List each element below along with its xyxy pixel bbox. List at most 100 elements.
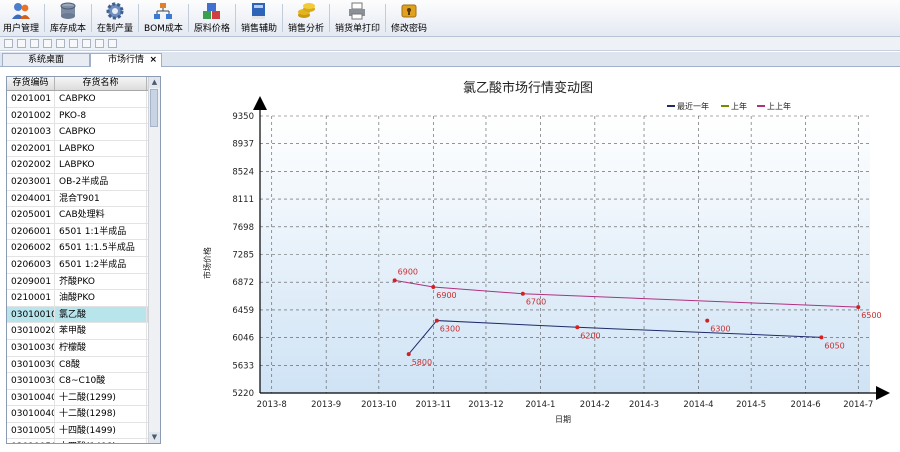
toolbar-button-2[interactable]: 在制产量 [94, 0, 136, 34]
data-point [406, 352, 411, 357]
column-header-name[interactable]: 存货名称 [55, 77, 147, 90]
table-row[interactable]: 030100502十四酸(1498) [7, 439, 160, 443]
copy-icon[interactable] [69, 39, 78, 48]
database-icon [57, 2, 79, 20]
table-row[interactable]: 030100302C8酸 [7, 356, 160, 374]
data-label: 6200 [580, 331, 600, 340]
market-chart-svg: 5220 5633 6046 6459 6872 7285 7698 8111 8524 8937… [202, 80, 890, 424]
vertical-scrollbar[interactable]: ▲ ▼ [148, 77, 160, 443]
key-icon [398, 2, 420, 20]
toolbar-button-7[interactable]: 销货单打印 [332, 0, 383, 34]
chart-title: 氯乙酸市场行情变动图 [463, 80, 593, 96]
table-row[interactable]: 0206001 6501 1:1半成品 [7, 223, 160, 241]
table-row[interactable]: 0201003 CABPKO [7, 124, 160, 141]
row-code: 0201003 [7, 124, 55, 140]
table-row[interactable]: 0201002 PKO-8 [7, 107, 160, 125]
data-point [856, 305, 861, 310]
row-name: 十二酸(1299) [55, 389, 147, 406]
legend-entry[interactable]: 上年 [731, 101, 747, 111]
toolbar-button-label: 修改密码 [390, 24, 427, 34]
x-tick-label: 2013-11 [416, 400, 452, 410]
tab-close-icon[interactable]: × [149, 54, 157, 67]
table-row[interactable]: 030100303C8~C10酸 [7, 373, 160, 390]
export-icon[interactable] [108, 39, 117, 48]
row-name: 油酸PKO [55, 290, 147, 306]
find-icon[interactable] [56, 39, 65, 48]
data-point [434, 318, 439, 323]
y-tick-label: 9350 [232, 112, 254, 122]
tab-market-label: 市场行情 [107, 55, 144, 65]
toolbar-button-label: 原料价格 [193, 24, 230, 34]
table-row[interactable]: 030100201苯甲酸 [7, 323, 160, 340]
table-row[interactable]: 030100301柠檬酸 [7, 339, 160, 357]
toolbar-button-label: 在制产量 [97, 24, 134, 34]
save-icon[interactable] [17, 39, 26, 48]
row-code: 0210001 [7, 290, 55, 306]
row-name: 十四酸(1498) [55, 439, 147, 443]
table-row[interactable]: 0206002 6501 1:1.5半成品 [7, 240, 160, 257]
row-name: 6501 1:1半成品 [55, 223, 147, 240]
row-code: 030100201 [7, 323, 55, 339]
table-row[interactable]: 0202002 LABPKO [7, 157, 160, 174]
data-label: 6050 [824, 341, 844, 350]
gear-icon [104, 2, 126, 20]
scroll-down-icon[interactable]: ▼ [149, 432, 160, 443]
row-name: LABPKO [55, 157, 147, 173]
table-row[interactable]: 0205001 CAB处理料 [7, 207, 160, 224]
toolbar-button-label: 销售辅助 [240, 24, 277, 34]
scroll-up-icon[interactable]: ▲ [149, 77, 160, 88]
table-row[interactable]: 0204001 混合T901 [7, 190, 160, 208]
delete-icon[interactable] [43, 39, 52, 48]
table-row[interactable]: 0210001 油酸PKO [7, 290, 160, 307]
toolbar-button-0[interactable]: 用户管理 [0, 0, 42, 34]
data-point [392, 278, 397, 283]
inventory-list-header: 存货编码 存货名称 [7, 77, 160, 91]
data-label: 6700 [526, 298, 546, 307]
tab-desktop[interactable]: 系统桌面 [2, 53, 90, 66]
toolbar-button-8[interactable]: 修改密码 [388, 0, 430, 34]
table-row[interactable]: 030100501十四酸(1499) [7, 422, 160, 440]
print-icon[interactable] [82, 39, 91, 48]
legend-entry[interactable]: 上上年 [767, 101, 791, 111]
toolbar-button-3[interactable]: BOM成本 [141, 0, 186, 34]
toolbar-button-6[interactable]: 销售分析 [285, 0, 327, 34]
data-label: 6300 [440, 325, 460, 334]
column-header-code[interactable]: 存货编码 [7, 77, 55, 90]
boxes-icon [201, 2, 223, 20]
row-name: CABPKO [55, 91, 147, 107]
table-row[interactable]: 0203001 OB-2半成品 [7, 173, 160, 191]
x-tick-label: 2013-9 [311, 400, 341, 410]
toolbar-button-1[interactable]: 库存成本 [47, 0, 89, 34]
row-code: 0209001 [7, 273, 55, 290]
toolbar-button-4[interactable]: 原料价格 [191, 0, 233, 34]
row-code: 030100301 [7, 339, 55, 356]
table-row[interactable]: 030100401十二酸(1299) [7, 389, 160, 407]
y-axis-arrow-icon [253, 96, 267, 110]
table-row[interactable]: 0209001 芥酸PKO [7, 273, 160, 291]
row-name: C8~C10酸 [55, 373, 147, 389]
toolbar-separator [187, 4, 189, 32]
toolbar-button-label: 销售分析 [287, 24, 324, 34]
x-axis-arrow-icon [876, 386, 890, 400]
tab-bar: 系统桌面 市场行情 × [0, 52, 900, 67]
table-row[interactable]: 0202001 LABPKO [7, 140, 160, 158]
scroll-thumb[interactable] [150, 89, 158, 127]
data-point [431, 285, 436, 290]
table-row[interactable]: 030100101氯乙酸 [7, 306, 160, 324]
y-tick-label: 8524 [232, 167, 254, 177]
tab-market[interactable]: 市场行情 × [90, 53, 162, 67]
row-name: 6501 1:1.5半成品 [55, 240, 147, 256]
table-row[interactable]: 030100402十二酸(1298) [7, 406, 160, 423]
row-name: LABPKO [55, 140, 147, 157]
new-doc-icon[interactable] [4, 39, 13, 48]
toolbar-button-5[interactable]: 销售辅助 [238, 0, 280, 34]
inventory-rows: 0201001 CABPKO 0201002 PKO-8 0201003 CABPKO 02… [7, 91, 160, 443]
table-row[interactable]: 0206003 6501 1:2半成品 [7, 256, 160, 274]
preview-icon[interactable] [95, 39, 104, 48]
row-name: 混合T901 [55, 190, 147, 207]
legend-entry[interactable]: 最近一年 [677, 101, 709, 111]
printer-icon [346, 2, 368, 20]
table-row[interactable]: 0201001 CABPKO [7, 91, 160, 108]
edit-icon[interactable] [30, 39, 39, 48]
row-name: 芥酸PKO [55, 273, 147, 290]
